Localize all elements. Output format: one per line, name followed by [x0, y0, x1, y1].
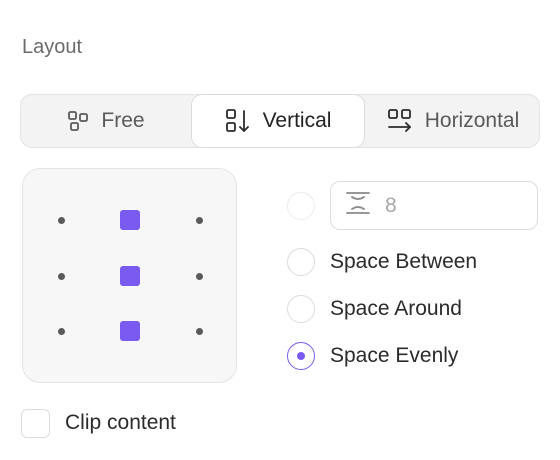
- align-middle-left-dot[interactable]: [58, 273, 65, 280]
- layout-mode-horizontal-button[interactable]: Horizontal: [365, 95, 541, 147]
- align-top-left-dot[interactable]: [58, 217, 65, 224]
- layout-mode-free-label: Free: [101, 109, 145, 132]
- layout-mode-segmented-control: Free Vertical Horizontal: [20, 94, 540, 148]
- vertical-gap-icon: [345, 190, 371, 221]
- align-middle-center-marker[interactable]: [120, 266, 140, 286]
- space-between-radio[interactable]: [287, 248, 315, 276]
- clip-content-label[interactable]: Clip content: [65, 411, 176, 435]
- vertical-layout-icon: [225, 108, 251, 134]
- space-around-radio[interactable]: [287, 295, 315, 323]
- align-bottom-left-dot[interactable]: [58, 328, 65, 335]
- align-top-center-marker[interactable]: [120, 210, 140, 230]
- layout-mode-vertical-label: Vertical: [262, 109, 332, 132]
- alignment-grid: [22, 168, 237, 383]
- align-top-right-dot[interactable]: [196, 217, 203, 224]
- gap-value: 8: [385, 193, 397, 217]
- align-bottom-center-marker[interactable]: [120, 321, 140, 341]
- align-bottom-right-dot[interactable]: [196, 328, 203, 335]
- layout-mode-free-button[interactable]: Free: [21, 95, 191, 147]
- horizontal-layout-icon: [387, 108, 413, 134]
- space-evenly-radio[interactable]: [287, 342, 315, 370]
- space-evenly-label[interactable]: Space Evenly: [330, 344, 458, 368]
- clip-content-checkbox[interactable]: [21, 409, 50, 438]
- layout-mode-vertical-button[interactable]: Vertical: [191, 94, 365, 148]
- align-middle-right-dot[interactable]: [196, 273, 203, 280]
- layout-mode-horizontal-label: Horizontal: [424, 109, 520, 132]
- space-around-label[interactable]: Space Around: [330, 297, 462, 321]
- space-between-label[interactable]: Space Between: [330, 250, 477, 274]
- gap-input[interactable]: 8: [330, 181, 538, 230]
- layout-section-title: Layout: [22, 36, 83, 58]
- free-layout-icon: [67, 110, 89, 132]
- gap-radio[interactable]: [287, 192, 315, 220]
